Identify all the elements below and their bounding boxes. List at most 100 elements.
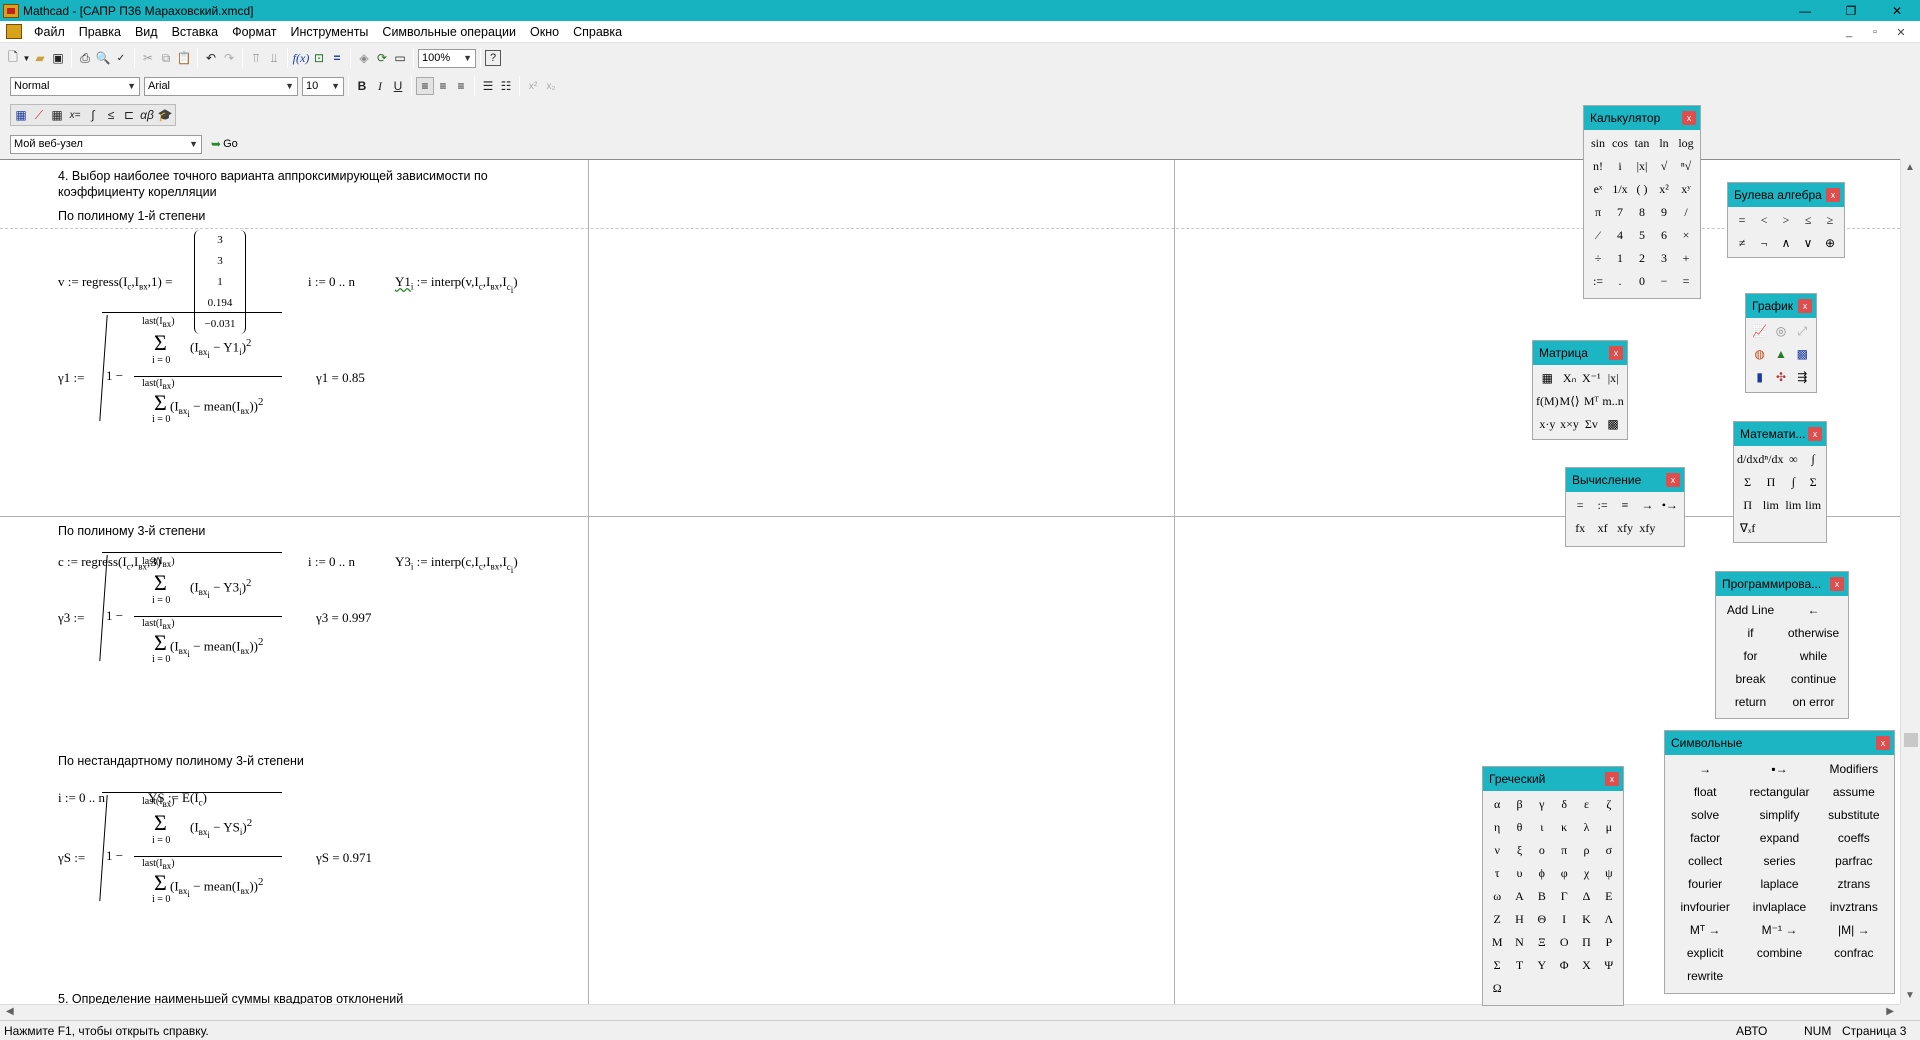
greek-letter-key[interactable]: Χ — [1575, 954, 1597, 977]
symbolic-key[interactable]: float — [1668, 780, 1742, 803]
column-icon[interactable]: M⟨⟩ — [1559, 390, 1581, 413]
calculator-key[interactable]: ⁿ√ — [1675, 155, 1697, 178]
greek-letter-key[interactable]: ε — [1575, 793, 1597, 816]
surface-plot-icon[interactable]: ▲ — [1770, 343, 1791, 366]
symbolic-key[interactable]: collect — [1668, 849, 1742, 872]
scroll-up-icon[interactable]: ▲ — [1905, 162, 1915, 173]
eval-key[interactable]: •→ — [1659, 494, 1681, 517]
palette-header[interactable]: Математи... x — [1734, 422, 1826, 446]
scroll-down-icon[interactable]: ▼ — [1905, 990, 1915, 1001]
superscript-icon[interactable]: x² — [524, 77, 542, 95]
symbolic-key[interactable]: laplace — [1742, 872, 1816, 895]
transpose-icon[interactable]: Mᵀ — [1580, 390, 1602, 413]
gammas-lhs[interactable]: γS := — [58, 850, 85, 866]
greek-letter-key[interactable]: δ — [1553, 793, 1575, 816]
calculus-key[interactable]: Π — [1737, 494, 1758, 517]
menu-format[interactable]: Формат — [225, 25, 283, 39]
new-document-icon[interactable]: 🗋 — [4, 49, 22, 67]
help-icon[interactable]: ? — [485, 50, 501, 66]
greek-letter-key[interactable]: Π — [1575, 931, 1597, 954]
palette-header[interactable]: Калькулятор x — [1584, 106, 1700, 130]
insert-unit-icon[interactable]: ⊡ — [310, 49, 328, 67]
eval-key[interactable]: xfy — [1614, 517, 1636, 540]
palette-close-button[interactable]: x — [1826, 188, 1840, 202]
calculus-key[interactable]: Π — [1758, 471, 1783, 494]
greek-letter-key[interactable]: Β — [1531, 885, 1553, 908]
boolean-key[interactable]: ∧ — [1775, 232, 1797, 255]
align-right-icon[interactable]: ≡ — [452, 77, 470, 95]
calculus-key[interactable]: lim — [1758, 494, 1783, 517]
menu-view[interactable]: Вид — [128, 25, 165, 39]
greek-letter-key[interactable]: φ — [1553, 862, 1575, 885]
text-poly-nonstandard[interactable]: По нестандартному полиному 3-й степени — [58, 754, 304, 768]
calculator-key[interactable]: 1 — [1609, 247, 1631, 270]
symbolic-key[interactable]: confrac — [1817, 941, 1891, 964]
calculator-key[interactable]: ln — [1653, 132, 1675, 155]
calculus-key[interactable]: ∇ₓf — [1737, 517, 1758, 540]
calculator-key[interactable]: 1/x — [1609, 178, 1631, 201]
vertical-scrollbar[interactable]: ▲ ▼ — [1900, 159, 1920, 1004]
eval-key[interactable]: → — [1636, 494, 1658, 517]
evaluation-toolbar-icon[interactable]: x= — [66, 106, 84, 124]
symbolic-key[interactable]: rewrite — [1668, 964, 1742, 987]
calculus-key[interactable]: ∫ — [1783, 471, 1803, 494]
subscript-icon[interactable]: x₂ — [542, 77, 560, 95]
website-select[interactable]: Мой веб-узел ▼ — [10, 134, 202, 154]
programming-key[interactable]: continue — [1782, 667, 1845, 690]
mdi-close-button[interactable]: ✕ — [1888, 26, 1914, 39]
calculator-key[interactable]: − — [1653, 270, 1675, 293]
range-variable-3[interactable]: i := 0 .. n — [308, 554, 355, 570]
greek-letter-key[interactable]: Ω — [1486, 977, 1508, 1000]
vector-field-icon[interactable]: ⇶ — [1792, 366, 1813, 389]
undo-icon[interactable]: ↶ — [202, 49, 220, 67]
palette-close-button[interactable]: x — [1830, 577, 1844, 591]
gamma1-formula[interactable]: 1 − last(Iвх) Σ i = 0 (Iвхi − Y1i)2 last… — [90, 290, 284, 425]
symbolic-key[interactable]: factor — [1668, 826, 1742, 849]
calculator-key[interactable]: tan — [1631, 132, 1653, 155]
paste-icon[interactable]: 📋 — [175, 49, 193, 67]
bar-plot-3d-icon[interactable]: ▮ — [1749, 366, 1770, 389]
align-center-icon[interactable]: ≡ — [434, 77, 452, 95]
greek-letter-key[interactable]: Τ — [1508, 954, 1530, 977]
matrix-toolbar-icon[interactable]: ▦ — [48, 106, 66, 124]
dropdown-arrow-icon[interactable]: ▼ — [22, 49, 31, 67]
polar-plot-icon[interactable]: ◎ — [1770, 320, 1791, 343]
range-variable-1[interactable]: i := 0 .. n — [308, 274, 355, 290]
palette-header[interactable]: График x — [1746, 294, 1816, 318]
greek-letter-key[interactable]: Δ — [1575, 885, 1597, 908]
greek-letter-key[interactable]: λ — [1575, 816, 1597, 839]
greek-letter-key[interactable]: θ — [1508, 816, 1530, 839]
calculator-key[interactable]: 3 — [1653, 247, 1675, 270]
boolean-key[interactable]: ≥ — [1819, 209, 1841, 232]
calculus-key[interactable]: d/dx — [1737, 448, 1758, 471]
gammas-result[interactable]: γS = 0.971 — [316, 850, 372, 866]
align-down-icon[interactable]: ⫫ — [265, 49, 283, 67]
go-button[interactable]: ➥ Go — [208, 133, 241, 155]
programming-key[interactable]: while — [1782, 644, 1845, 667]
document-icon[interactable] — [6, 24, 22, 39]
greek-letter-key[interactable]: σ — [1598, 839, 1620, 862]
symbolic-key[interactable]: M⁻¹ → — [1742, 918, 1816, 941]
programming-key[interactable]: ← — [1782, 598, 1845, 621]
programming-key[interactable]: break — [1719, 667, 1782, 690]
greek-letter-key[interactable]: Σ — [1486, 954, 1508, 977]
underline-button[interactable]: U — [389, 77, 407, 95]
greek-letter-key[interactable]: τ — [1486, 862, 1508, 885]
greek-letter-key[interactable]: ι — [1531, 816, 1553, 839]
programming-key[interactable]: on error — [1782, 690, 1845, 713]
calculator-key[interactable]: 8 — [1631, 201, 1653, 224]
programming-key[interactable]: if — [1719, 621, 1782, 644]
font-select[interactable]: Arial ▼ — [144, 76, 298, 96]
greek-letter-key[interactable]: μ — [1598, 816, 1620, 839]
programming-key[interactable]: for — [1719, 644, 1782, 667]
palette-close-button[interactable]: x — [1605, 772, 1619, 786]
symbolic-key[interactable]: invztrans — [1817, 895, 1891, 918]
greek-letter-key[interactable]: ξ — [1508, 839, 1530, 862]
scroll-right-icon[interactable]: ▶ — [1886, 1006, 1894, 1017]
programming-key[interactable]: return — [1719, 690, 1782, 713]
calculate-icon[interactable]: = — [328, 49, 346, 67]
italic-button[interactable]: I — [371, 77, 389, 95]
symbolic-key[interactable]: Mᵀ → — [1668, 918, 1742, 941]
calculator-key[interactable]: 2 — [1631, 247, 1653, 270]
symbolic-key[interactable]: invlaplace — [1742, 895, 1816, 918]
